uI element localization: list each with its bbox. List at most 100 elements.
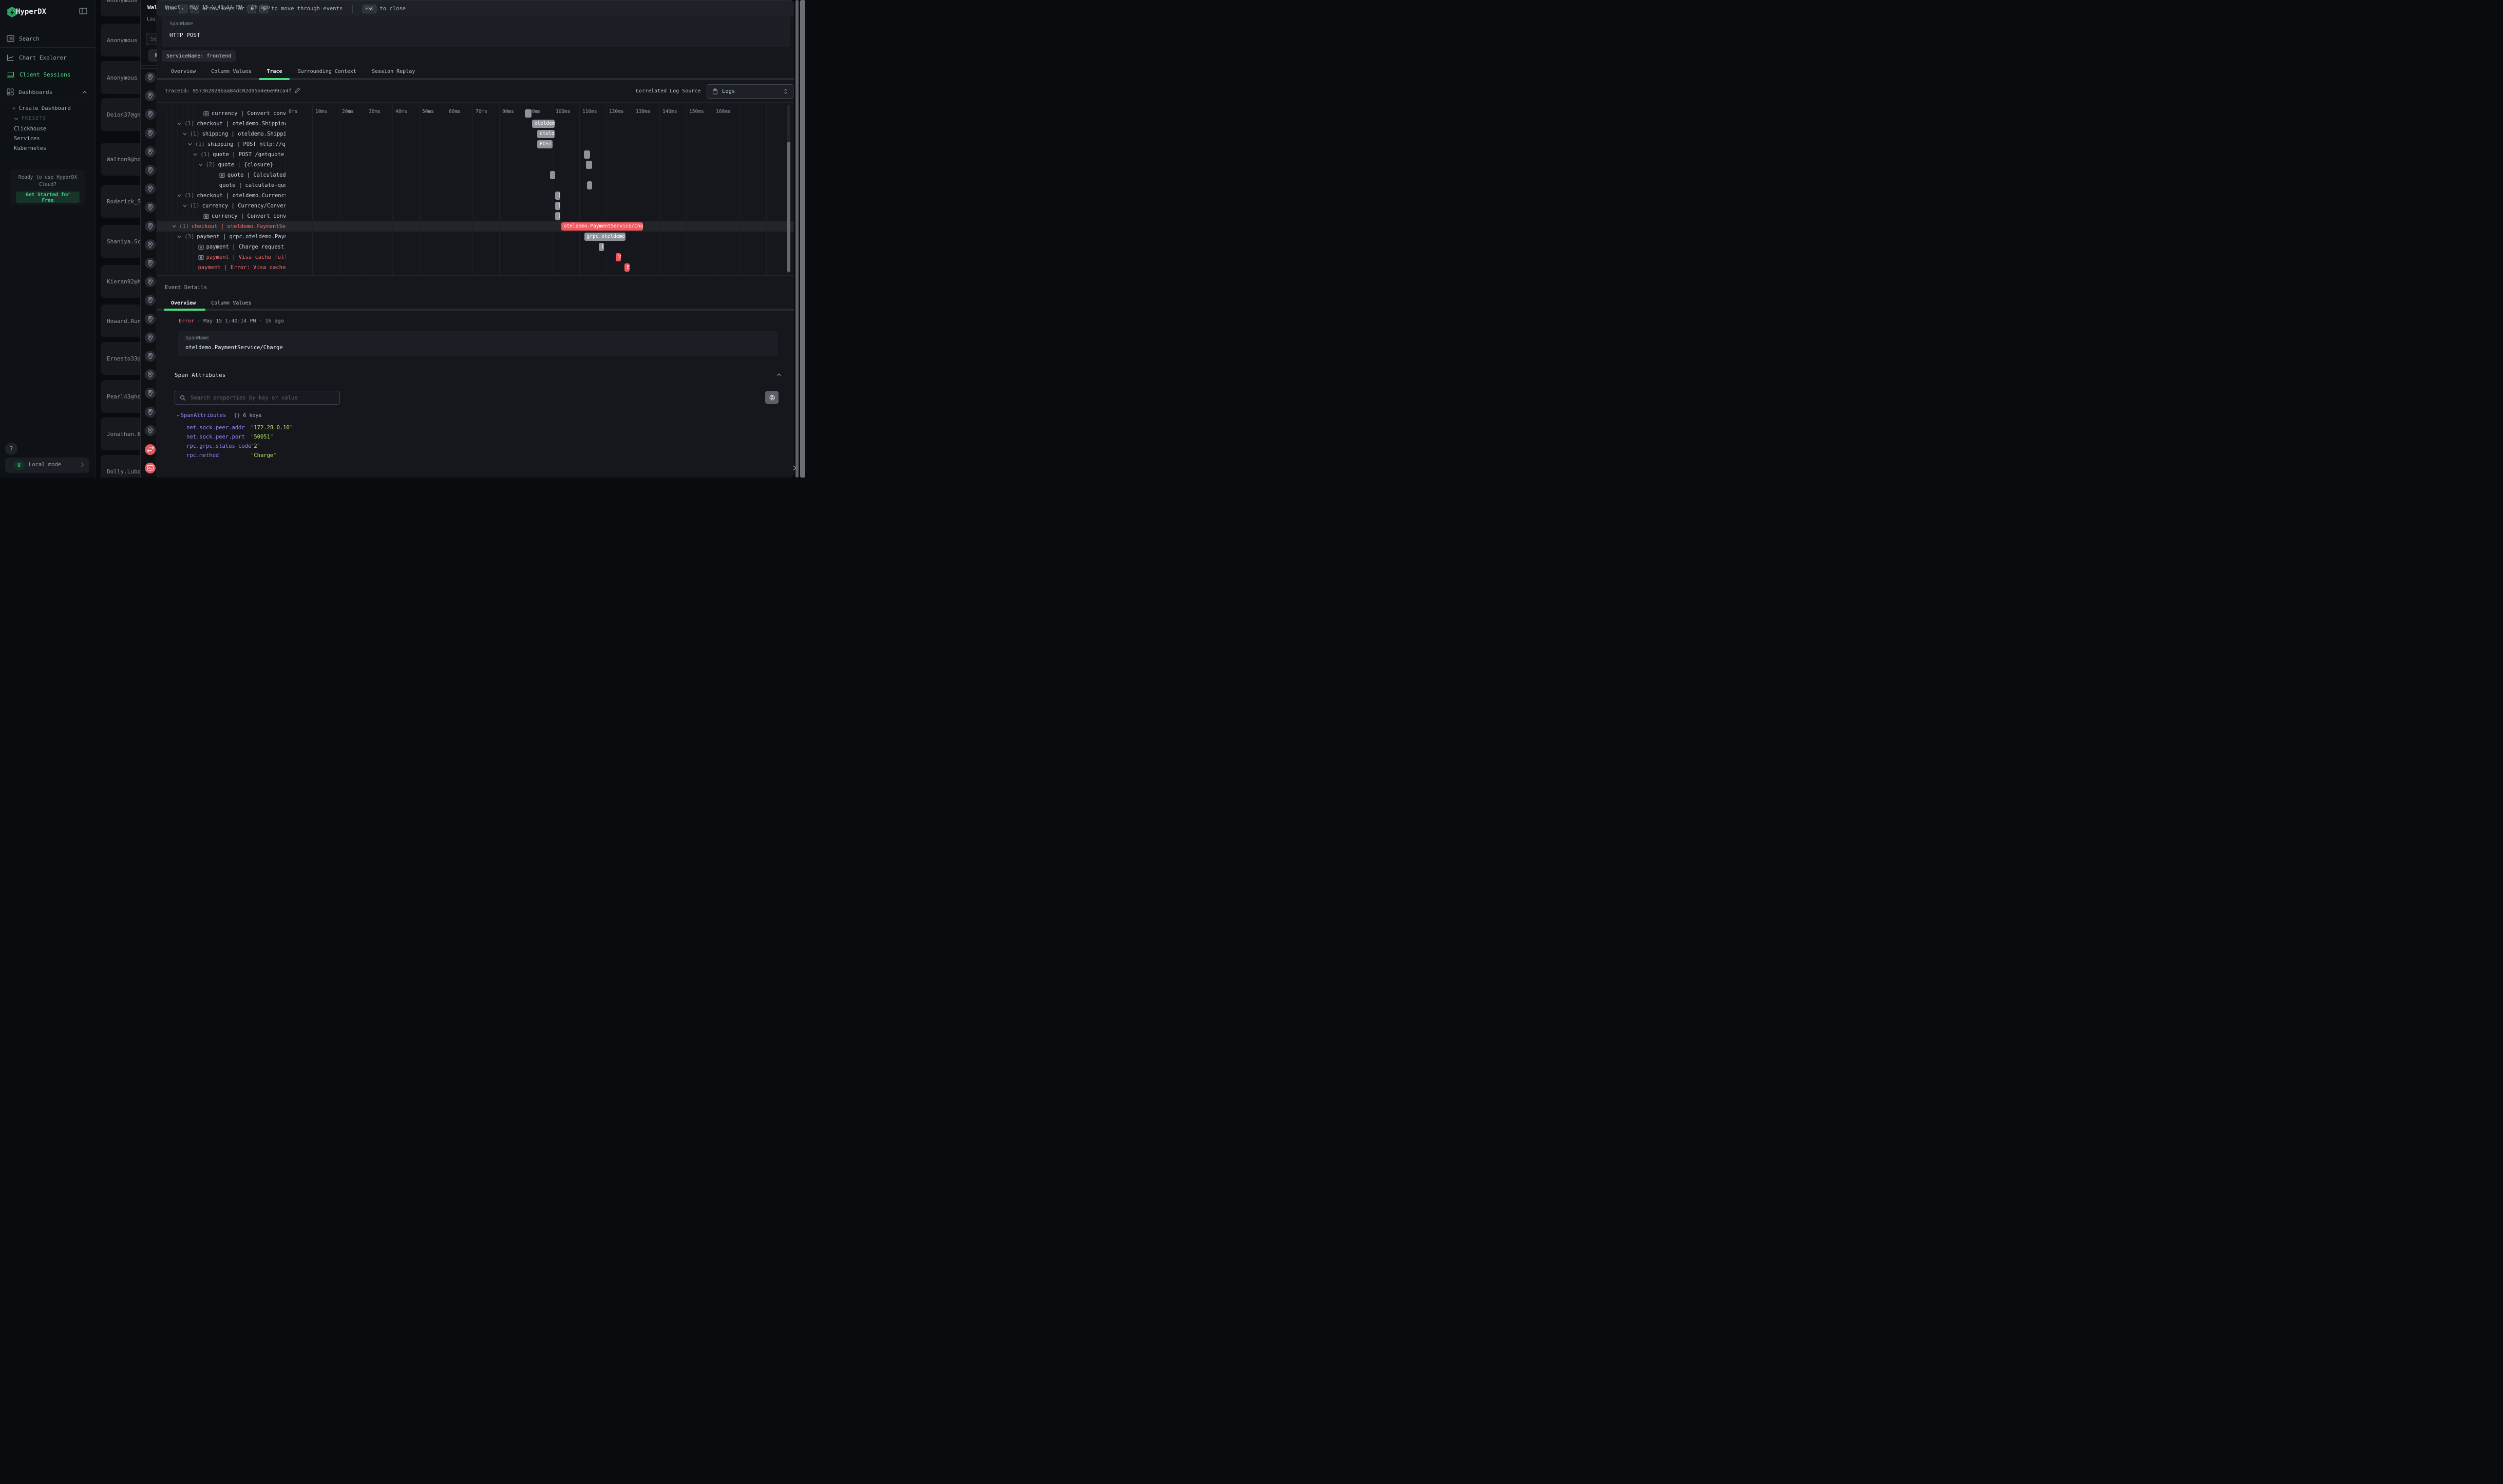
location-pin-icon[interactable] xyxy=(145,109,156,120)
attribute-search-input[interactable] xyxy=(189,394,335,402)
span-bar[interactable]: oteldemo.PaymentService/Char xyxy=(561,222,643,231)
tab-session-replay[interactable]: Session Replay xyxy=(372,69,415,74)
sidebar-item-dashboards[interactable]: Dashboards xyxy=(0,86,96,98)
span-bar[interactable]: ( xyxy=(555,202,560,210)
span-bar[interactable]: oteldemo. xyxy=(532,120,555,128)
span-bar[interactable]: E xyxy=(624,263,630,272)
location-pin-icon[interactable] xyxy=(145,183,156,194)
attribute-key[interactable]: net.sock.peer.addr xyxy=(186,425,251,431)
span-bar[interactable]: grpc.oteldemo. xyxy=(584,233,626,241)
location-pin-icon[interactable] xyxy=(145,239,156,250)
span-bar[interactable]: ( xyxy=(555,212,560,220)
attribute-key[interactable]: rpc.method xyxy=(186,452,251,459)
attribute-key[interactable]: net.sock.peer.port xyxy=(186,434,251,440)
sidebar-item-chart-explorer[interactable]: Chart Explorer xyxy=(0,52,96,63)
location-pin-icon[interactable] xyxy=(145,332,156,343)
span-row[interactable]: (1)checkout | oteldemo.ShippingSe… xyxy=(157,119,286,129)
span-name: quote | calculate-quote xyxy=(219,182,286,188)
swap-horizontal-icon[interactable] xyxy=(145,444,156,455)
location-pin-icon[interactable] xyxy=(145,258,156,269)
timeline-tick: 70ms xyxy=(476,109,487,115)
location-pin-icon[interactable] xyxy=(145,351,156,362)
scrollbar-thumb[interactable] xyxy=(800,0,806,478)
gear-icon[interactable] xyxy=(765,391,779,404)
span-row[interactable]: payment | Charge request rec… xyxy=(157,242,286,252)
attribute-row[interactable]: rpc.method"Charge" xyxy=(186,451,546,460)
span-bar[interactable]: oteldemo. xyxy=(537,130,555,138)
tab-surrounding-context[interactable]: Surrounding Context xyxy=(298,69,356,74)
location-pin-icon[interactable] xyxy=(145,388,156,398)
span-row[interactable]: (1)shipping | POST http://quo… xyxy=(157,139,286,149)
event-tab-column-values[interactable]: Column Values xyxy=(211,300,251,306)
attribute-row[interactable]: net.sock.peer.addr"172.28.0.10" xyxy=(186,423,546,432)
terminal-icon[interactable] xyxy=(145,463,156,473)
span-row[interactable]: (1)shipping | oteldemo.Shipping… xyxy=(157,129,286,139)
attribute-row[interactable]: rpc.grpc.status_code"2" xyxy=(186,442,546,451)
span-row[interactable]: (1)quote | POST /getquote xyxy=(157,149,286,160)
location-pin-icon[interactable] xyxy=(145,276,156,287)
event-tab-overview[interactable]: Overview xyxy=(171,300,196,306)
span-bar[interactable]: ( xyxy=(599,243,604,251)
log-source-select[interactable]: Logs xyxy=(707,84,793,99)
span-row[interactable]: (1)checkout | oteldemo.PaymentServi… xyxy=(157,221,286,232)
span-bar[interactable] xyxy=(525,109,532,118)
tab-column-values[interactable]: Column Values xyxy=(211,69,251,74)
doc-icon xyxy=(203,214,209,219)
preset-item-clickhouse[interactable]: Clickhouse xyxy=(14,126,46,132)
location-pin-icon[interactable] xyxy=(145,146,156,157)
span-row[interactable]: payment | Error: Visa cache ful… xyxy=(157,262,286,273)
span-bar[interactable]: V xyxy=(616,253,621,261)
log-source-value: Logs xyxy=(722,88,780,94)
span-bar[interactable] xyxy=(550,171,555,179)
presets-toggle[interactable]: PRESETS xyxy=(14,116,46,121)
span-bar[interactable]: POST htt xyxy=(537,140,553,148)
location-pin-icon[interactable] xyxy=(145,128,156,139)
location-pin-icon[interactable] xyxy=(145,369,156,380)
sidebar-item-client-sessions[interactable]: Client Sessions xyxy=(0,69,96,80)
span-row[interactable]: currency | Convert convers… xyxy=(157,108,286,119)
key-esc[interactable]: ESC xyxy=(363,5,376,13)
logs-icon xyxy=(7,35,14,42)
local-mode-button[interactable]: U Local mode xyxy=(5,458,89,473)
location-pin-icon[interactable] xyxy=(145,202,156,213)
span-row[interactable]: (1)currency | Currency/Convert xyxy=(157,201,286,211)
span-attributes-root[interactable]: ▾ SpanAttributes {} 6 keys xyxy=(177,412,262,418)
help-button[interactable]: ? xyxy=(5,443,17,455)
location-pin-icon[interactable] xyxy=(145,295,156,306)
span-row[interactable]: quote | calculate-quote xyxy=(157,180,286,191)
tab-overview[interactable]: Overview xyxy=(171,69,196,74)
attribute-row[interactable]: net.sock.peer.port"50051" xyxy=(186,432,546,442)
span-row[interactable]: payment | Visa cache full: c… xyxy=(157,252,286,262)
service-name-badge[interactable]: ServiceName: frontend xyxy=(162,50,236,62)
span-bar[interactable] xyxy=(584,150,590,159)
location-pin-icon[interactable] xyxy=(145,90,156,101)
span-attributes-title: Span Attributes xyxy=(175,372,225,378)
location-pin-icon[interactable] xyxy=(145,165,156,176)
edit-icon[interactable] xyxy=(294,87,300,93)
preset-item-kubernetes[interactable]: Kubernetes xyxy=(14,145,46,151)
span-bar[interactable]: ( xyxy=(555,192,560,200)
timeline-tick: 60ms xyxy=(449,109,461,115)
scrollbar-thumb[interactable] xyxy=(795,0,799,478)
span-row[interactable]: currency | Convert convers… xyxy=(157,211,286,221)
span-row[interactable]: (2)quote | {closure} xyxy=(157,160,286,170)
tab-trace[interactable]: Trace xyxy=(267,69,282,74)
create-dashboard-button[interactable]: + Create Dashboard xyxy=(12,105,71,111)
preset-item-services[interactable]: Services xyxy=(14,136,40,142)
attribute-key[interactable]: rpc.grpc.status_code xyxy=(186,443,251,449)
waterfall-scrollbar[interactable] xyxy=(787,105,790,273)
chevron-up-icon[interactable] xyxy=(776,373,782,376)
location-pin-icon[interactable] xyxy=(145,425,156,436)
location-pin-icon[interactable] xyxy=(145,72,156,83)
span-bar[interactable] xyxy=(587,181,592,189)
span-row[interactable]: (3)payment | grpc.oteldemo.Paymen… xyxy=(157,232,286,242)
span-row[interactable]: quote | Calculated q… xyxy=(157,170,286,180)
span-row[interactable]: (1)checkout | oteldemo.CurrencySe… xyxy=(157,191,286,201)
location-pin-icon[interactable] xyxy=(145,221,156,232)
span-bar[interactable] xyxy=(586,161,592,169)
location-pin-icon[interactable] xyxy=(145,407,156,417)
location-pin-icon[interactable] xyxy=(145,314,156,325)
sidebar-item-search[interactable]: Search xyxy=(0,33,96,44)
get-started-button[interactable]: Get Started for Free xyxy=(16,192,80,203)
sidebar-collapse-icon[interactable] xyxy=(79,8,87,14)
